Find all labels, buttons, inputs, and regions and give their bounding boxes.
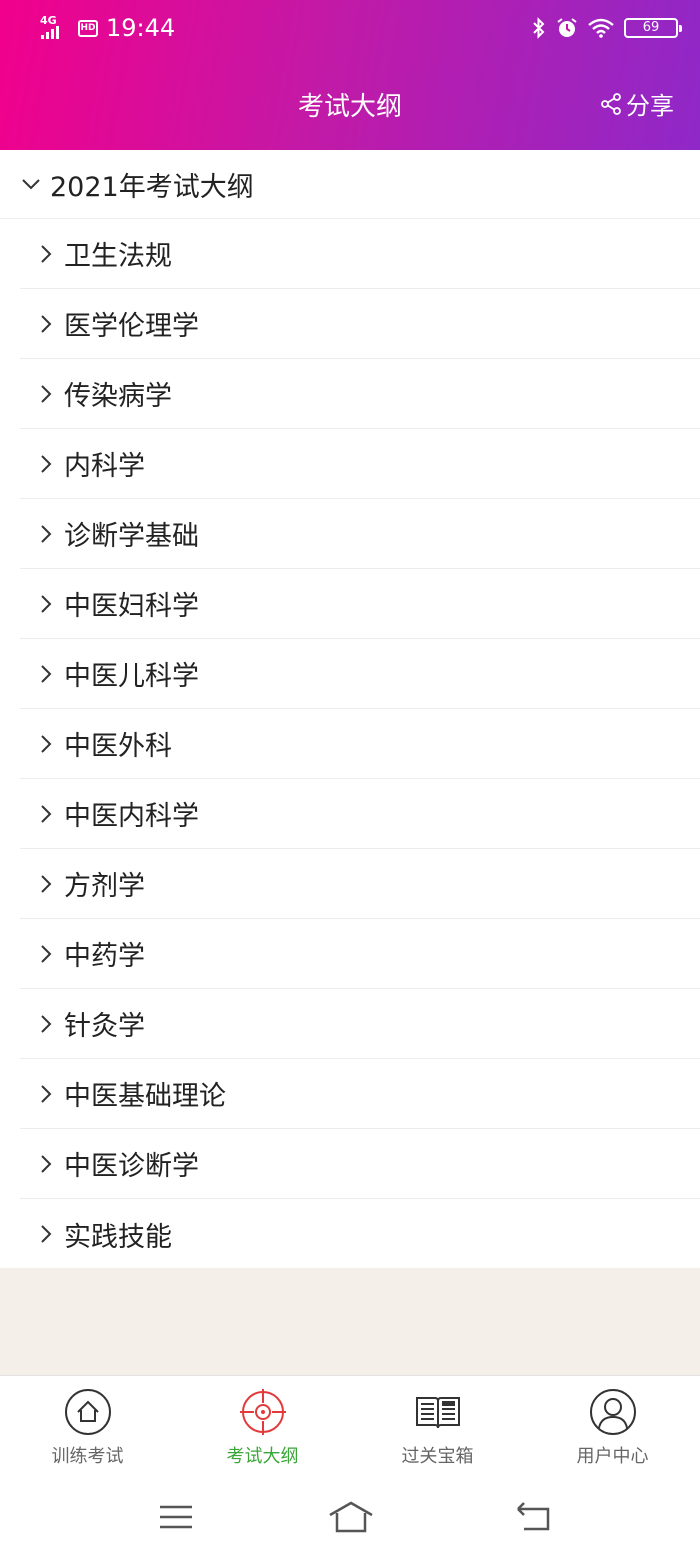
title-bar: 考试大纲 分享 [0,56,700,150]
outline-item-label: 医学伦理学 [64,311,199,342]
outline-item-label: 内科学 [64,451,145,482]
chevron-right-icon [41,804,52,823]
outline-item-label: 传染病学 [64,381,172,412]
chevron-right-icon [41,1225,52,1243]
outline-item[interactable]: 针灸学 [20,989,700,1059]
status-bar: 4G HD 19:44 69 [0,0,700,56]
share-icon [601,92,621,115]
outline-item[interactable]: 卫生法规 [20,219,700,289]
outline-item[interactable]: 内科学 [20,429,700,499]
target-icon [239,1389,286,1435]
outline-item-label: 中医儿科学 [64,661,199,692]
status-time: 19:44 [106,14,176,42]
chevron-right-icon [41,1084,52,1103]
outline-item-label: 中药学 [64,941,145,972]
alarm-icon [557,18,577,37]
outline-item-label: 中医妇科学 [64,591,199,622]
home-nav-icon[interactable] [328,1497,374,1537]
chevron-right-icon [41,594,52,613]
user-icon [589,1389,636,1435]
outline-item[interactable]: 中医妇科学 [20,569,700,639]
nav-label: 过关宝箱 [401,1446,474,1467]
chevron-right-icon [41,314,52,333]
chevron-right-icon [41,524,52,543]
outline-list: 2021年考试大纲 卫生法规医学伦理学传染病学内科学诊断学基础中医妇科学中医儿科… [0,150,700,1268]
chevron-right-icon [41,664,52,683]
chevron-down-icon [22,179,40,190]
outline-item[interactable]: 中医儿科学 [20,639,700,709]
chevron-right-icon [41,944,52,963]
page-title: 考试大纲 [297,92,402,122]
outline-item-label: 实践技能 [64,1221,172,1253]
chevron-right-icon [41,874,52,893]
nav-label: 用户中心 [576,1446,649,1467]
outline-item-label: 中医内科学 [64,801,199,832]
bluetooth-icon [533,17,545,39]
home-icon [64,1389,111,1435]
outline-item[interactable]: 实践技能 [20,1199,700,1269]
signal-icon: 4G [40,15,70,41]
outline-item-label: 针灸学 [64,1011,145,1042]
outline-items: 卫生法规医学伦理学传染病学内科学诊断学基础中医妇科学中医儿科学中医外科中医内科学… [0,219,700,1269]
outline-item-label: 中医诊断学 [64,1151,199,1182]
outline-item[interactable]: 中医外科 [20,709,700,779]
status-right: 69 [532,14,682,42]
bottom-nav: 训练考试 考试大纲 过关宝箱 用户中心 [0,1375,700,1480]
menu-icon[interactable] [156,1497,196,1537]
chevron-right-icon [41,244,52,263]
nav-label: 考试大纲 [226,1446,299,1467]
nav-pass-treasure[interactable]: 过关宝箱 [350,1376,525,1480]
outline-item-label: 方剂学 [64,871,145,902]
outline-item[interactable]: 诊断学基础 [20,499,700,569]
system-nav-bar [0,1479,700,1555]
battery-indicator: 69 [624,18,682,38]
outline-item[interactable]: 中药学 [20,919,700,989]
nav-user-center[interactable]: 用户中心 [525,1376,700,1480]
outline-group-title: 2021年考试大纲 [50,171,254,203]
hd-badge: HD [78,19,98,37]
outline-item-label: 中医基础理论 [64,1081,226,1112]
outline-item-label: 诊断学基础 [64,521,199,552]
chevron-right-icon [41,384,52,403]
book-icon [415,1397,460,1429]
chevron-right-icon [41,734,52,753]
back-icon[interactable] [514,1497,554,1537]
wifi-icon [588,18,614,38]
status-left: 4G HD 19:44 [40,14,175,42]
outline-item-label: 中医外科 [64,731,172,762]
nav-exam-outline[interactable]: 考试大纲 [175,1376,350,1480]
outline-item[interactable]: 传染病学 [20,359,700,429]
chevron-right-icon [41,454,52,473]
network-type: 4G [40,14,57,27]
outline-item[interactable]: 医学伦理学 [20,289,700,359]
nav-train-exam[interactable]: 训练考试 [0,1376,175,1480]
outline-item[interactable]: 中医内科学 [20,779,700,849]
outline-group-header[interactable]: 2021年考试大纲 [0,150,700,219]
outline-item-label: 卫生法规 [64,241,172,272]
outline-item[interactable]: 中医诊断学 [20,1129,700,1199]
nav-label: 训练考试 [51,1446,124,1467]
share-label: 分享 [626,92,674,120]
outline-item[interactable]: 中医基础理论 [20,1059,700,1129]
chevron-right-icon [41,1154,52,1173]
outline-item[interactable]: 方剂学 [20,849,700,919]
share-button[interactable]: 分享 [600,86,674,121]
chevron-right-icon [41,1014,52,1033]
app-header: 4G HD 19:44 69 考试大纲 分享 [0,0,700,150]
